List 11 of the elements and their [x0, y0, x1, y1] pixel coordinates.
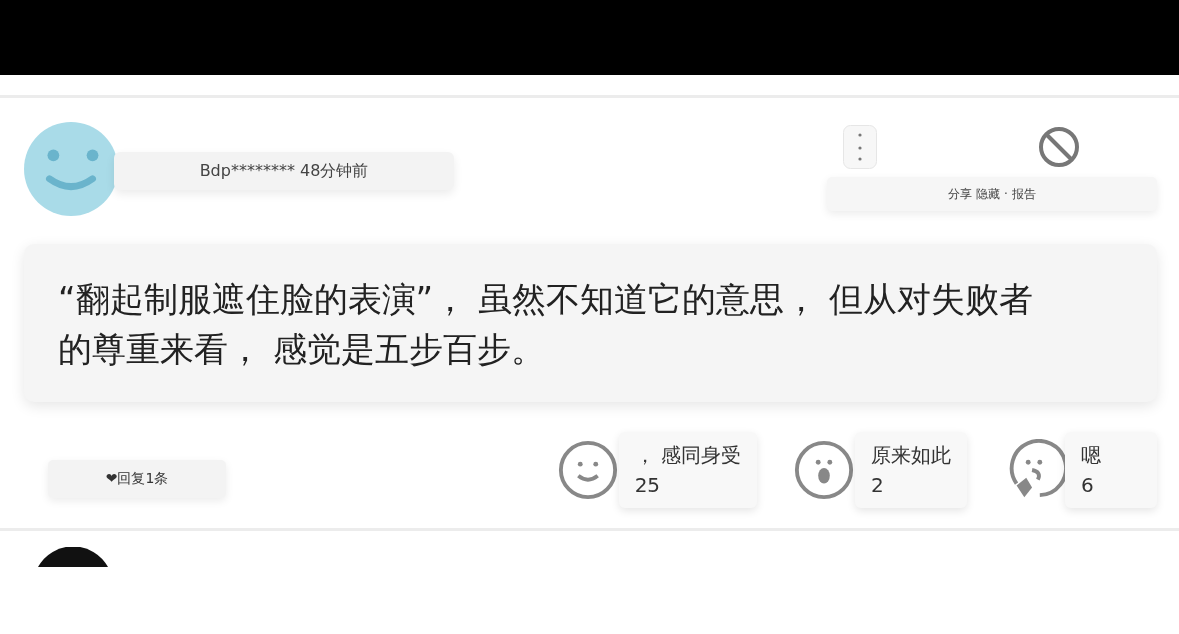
reaction-button[interactable]: 嗯 6: [1065, 432, 1157, 508]
username-time: Bdp******** 48分钟前: [114, 152, 454, 190]
surprised-face-icon[interactable]: [793, 439, 855, 501]
block-icon[interactable]: [1037, 125, 1081, 169]
comment-text: “翻起制服遮住脸的表演”， 虽然不知道它的意思， 但从对失败者的尊重来看， 感觉是五步百步。: [24, 244, 1157, 402]
reaction-button[interactable]: 原来如此 2: [855, 432, 967, 508]
smiley-avatar-icon: [24, 122, 118, 216]
reaction-button[interactable]: ， 感同身受 25: [618, 432, 757, 508]
reply-button[interactable]: ❤回复1条: [48, 460, 226, 498]
smile-icon[interactable]: [556, 439, 619, 501]
share-hide-report-menu[interactable]: 分享 隐藏 · 报告: [827, 177, 1157, 211]
